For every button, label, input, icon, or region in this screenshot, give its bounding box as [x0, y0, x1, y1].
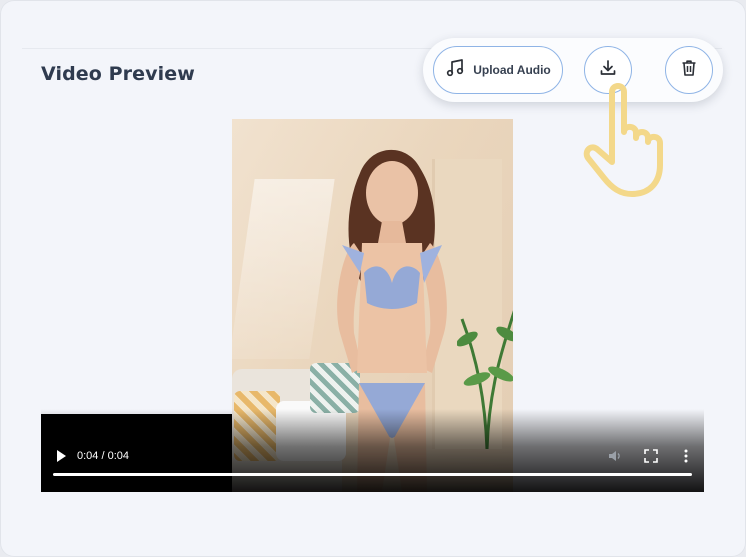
- time-display: 0:04 / 0:04: [77, 450, 129, 462]
- trash-icon: [679, 58, 699, 83]
- upload-audio-label: Upload Audio: [473, 63, 551, 77]
- music-note-icon: [445, 58, 465, 83]
- progress-bar[interactable]: [53, 473, 692, 476]
- video-controls: 0:04 / 0:04: [41, 441, 704, 471]
- page-title: Video Preview: [41, 63, 195, 85]
- more-options-icon[interactable]: [682, 448, 690, 464]
- upload-audio-button[interactable]: Upload Audio: [433, 46, 563, 94]
- delete-button[interactable]: [665, 46, 713, 94]
- video-player[interactable]: 0:04 / 0:04: [41, 119, 704, 492]
- fullscreen-icon[interactable]: [644, 449, 658, 463]
- play-icon[interactable]: [55, 449, 67, 463]
- download-icon: [598, 58, 618, 83]
- video-preview-panel: Video Preview Upload Audio 0:04 / 0:04: [0, 0, 746, 557]
- action-toolbar: Upload Audio: [423, 38, 723, 102]
- download-button[interactable]: [584, 46, 632, 94]
- volume-icon[interactable]: [607, 448, 623, 464]
